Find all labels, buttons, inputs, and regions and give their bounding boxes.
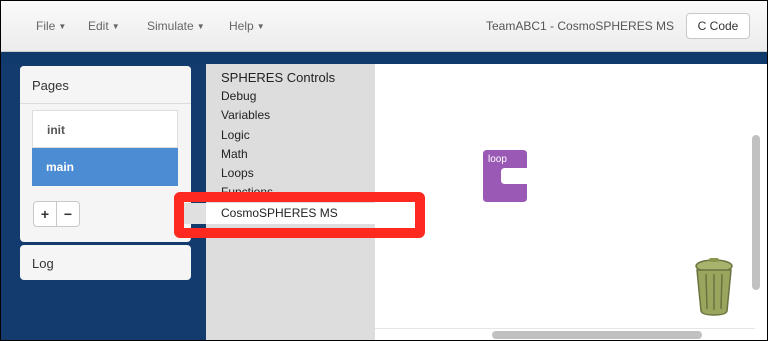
remove-page-button[interactable]: −: [56, 201, 80, 227]
c-code-button[interactable]: C Code: [686, 13, 750, 39]
chevron-down-icon: ▼: [58, 22, 67, 31]
category-math[interactable]: Math: [221, 147, 248, 161]
menu-help-label: Help: [229, 19, 254, 33]
red-highlight-box: [174, 192, 425, 238]
header-strip: [1, 52, 767, 64]
vertical-scrollbar[interactable]: [752, 135, 760, 290]
log-panel[interactable]: Log: [20, 245, 191, 280]
menu-simulate[interactable]: Simulate ▼: [147, 19, 205, 33]
category-loops[interactable]: Loops: [221, 166, 254, 180]
add-page-button[interactable]: +: [33, 201, 57, 227]
loop-block[interactable]: loop: [483, 150, 527, 202]
menu-file[interactable]: File ▼: [36, 19, 66, 33]
menu-help[interactable]: Help ▼: [229, 19, 265, 33]
menubar: File ▼ Edit ▼ Simulate ▼ Help ▼ TeamABC1 - C…: [1, 1, 767, 52]
menu-file-label: File: [36, 19, 56, 33]
workspace-divider: [375, 328, 755, 329]
chevron-down-icon: ▼: [111, 22, 120, 31]
menu-edit[interactable]: Edit ▼: [88, 19, 120, 33]
category-variables[interactable]: Variables: [221, 108, 270, 122]
page-item-main[interactable]: main: [32, 148, 178, 186]
trash-icon[interactable]: [692, 258, 736, 316]
pages-header: Pages: [20, 66, 191, 104]
pages-title: Pages: [32, 78, 69, 93]
app-title: TeamABC1 - CosmoSPHERES MS: [486, 19, 675, 33]
menu-edit-label: Edit: [88, 19, 109, 33]
loop-block-label: loop: [488, 154, 507, 165]
category-spheres-controls[interactable]: SPHERES Controls: [221, 70, 335, 85]
chevron-down-icon: ▼: [196, 22, 205, 31]
category-debug[interactable]: Debug: [221, 89, 256, 103]
log-title: Log: [32, 256, 54, 271]
page-item-init[interactable]: init: [32, 110, 178, 148]
menu-simulate-label: Simulate: [147, 19, 194, 33]
chevron-down-icon: ▼: [256, 22, 265, 31]
horizontal-scrollbar[interactable]: [492, 331, 702, 339]
category-logic[interactable]: Logic: [221, 128, 250, 142]
